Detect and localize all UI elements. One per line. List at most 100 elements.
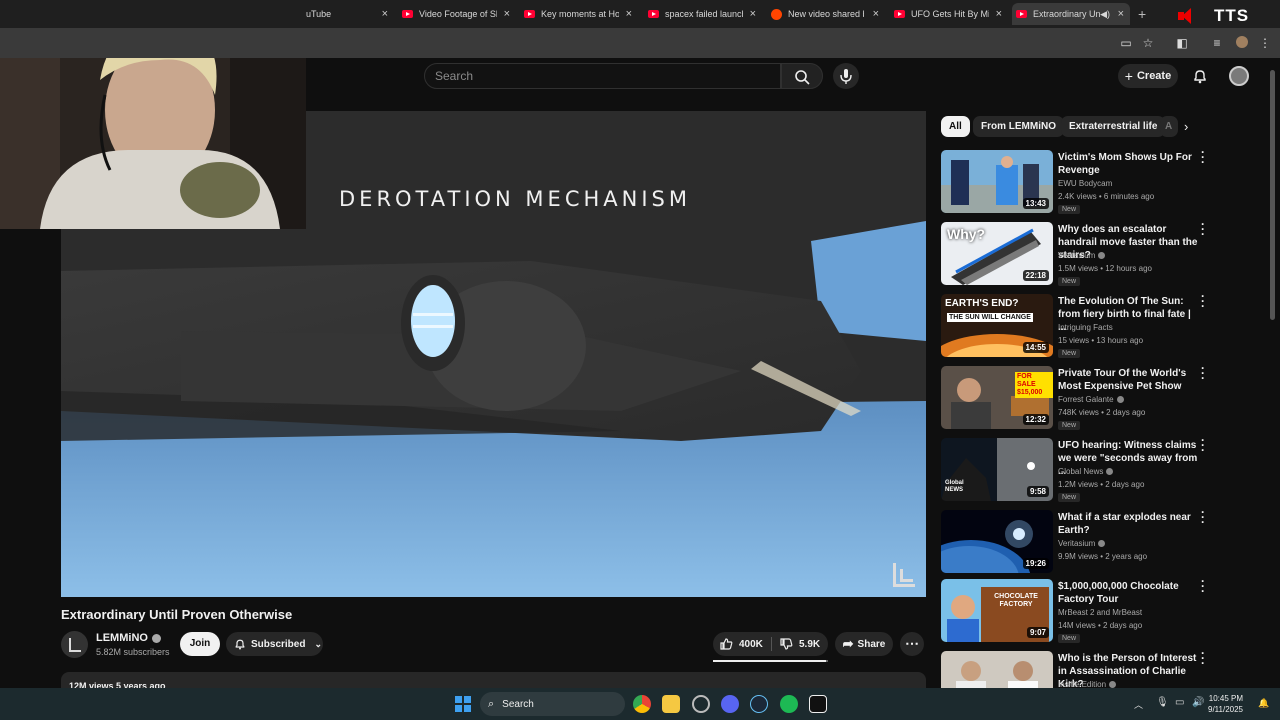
video-thumbnail[interactable]: Why? 22:18	[941, 222, 1053, 285]
volume-icon[interactable]: 🔊	[1192, 697, 1204, 708]
chip-all[interactable]: All	[941, 116, 970, 137]
steam-icon[interactable]	[750, 695, 768, 713]
video-thumbnail[interactable]: Global NEWS 9:58	[941, 438, 1053, 501]
chip-extraterrestrial-life[interactable]: Extraterrestrial life	[1061, 116, 1166, 137]
start-tile	[464, 705, 471, 712]
account-avatar[interactable]	[1229, 66, 1249, 86]
chevron-up-icon[interactable]: ︿	[1134, 698, 1143, 711]
chip-from-lemmino[interactable]: From LEMMiNO	[973, 116, 1064, 137]
recommendation-item[interactable]: CHOCOLATE FACTORY 9:07 $1,000,000,000 Ch…	[941, 575, 1211, 643]
tab-ufo-hit[interactable]: UFO Gets Hit By Miss ×	[894, 3, 1002, 25]
tab-close-icon[interactable]: ×	[873, 8, 879, 20]
file-explorer-icon[interactable]	[662, 695, 680, 713]
tab-close-icon[interactable]: ×	[504, 8, 510, 20]
dislike-button[interactable]: 5.9K	[779, 637, 820, 651]
voice-search-button[interactable]	[833, 63, 859, 89]
thumbnail-caption: Global NEWS	[945, 480, 964, 493]
bookmark-star-icon[interactable]: ☆	[1141, 36, 1155, 50]
channel-text: Inside Edition	[1058, 680, 1107, 688]
recommendation-title[interactable]: Victim's Mom Shows Up For Revenge	[1058, 151, 1198, 177]
kebab-menu-icon[interactable]: · · ·	[1198, 218, 1208, 240]
subscribed-button[interactable]: Subscribed ⌄	[226, 632, 323, 656]
tab-close-icon[interactable]: ×	[626, 8, 632, 20]
tab-key-moments[interactable]: Key moments at Hou ×	[524, 3, 632, 25]
kebab-menu-icon[interactable]: · · ·	[1198, 575, 1208, 597]
browser-address-bar[interactable]	[0, 28, 1280, 58]
chevron-right-icon[interactable]: ›	[1184, 119, 1188, 134]
profile-avatar-icon[interactable]	[1236, 36, 1248, 48]
muted-speaker-icon	[1178, 8, 1194, 24]
browser-menu-icon[interactable]: ⋮	[1258, 36, 1272, 50]
tab-video-footage[interactable]: Video Footage of Sh ×	[402, 3, 510, 25]
discord-icon[interactable]	[721, 695, 739, 713]
chip-partial[interactable]: A	[1160, 116, 1178, 137]
search-button[interactable]	[781, 63, 823, 89]
recommendation-item[interactable]: 13:43 Victim's Mom Shows Up For Revenge …	[941, 146, 1211, 214]
recommendation-item[interactable]: EARTH'S END? THE SUN WILL CHANGE 14:55 T…	[941, 290, 1211, 358]
taskbar-search[interactable]: ⌕ Search	[480, 692, 625, 716]
settings-gear-icon[interactable]	[692, 695, 710, 713]
verified-check-icon	[1109, 681, 1117, 688]
taskbar-clock[interactable]: 10:45 PM 9/11/2025	[1208, 693, 1243, 715]
kebab-menu-icon[interactable]: · · ·	[1198, 146, 1208, 168]
channel-text: EWU Bodycam	[1058, 179, 1113, 188]
extensions-icon[interactable]: ◧	[1175, 36, 1189, 50]
video-thumbnail[interactable]: 19:26	[941, 510, 1053, 573]
tab-spacex[interactable]: spacex failed launch ×	[648, 3, 756, 25]
kebab-menu-icon[interactable]: · · ·	[1198, 290, 1208, 312]
channel-avatar[interactable]	[61, 631, 88, 658]
kebab-menu-icon[interactable]: · · ·	[1198, 651, 1208, 669]
like-button[interactable]: 400K	[719, 637, 763, 651]
tab-close-icon[interactable]: ×	[382, 8, 388, 20]
taskbar-search-label: Search	[502, 698, 534, 710]
windows-start-icon[interactable]	[455, 696, 471, 712]
microphone-icon[interactable]: 🎙	[1156, 697, 1169, 708]
recommendation-item[interactable]: Who is the Person of Interest in Assassi…	[941, 651, 1211, 688]
recommendation-title[interactable]: What if a star explodes near Earth?	[1058, 511, 1198, 537]
recommendation-item[interactable]: Why? 22:18 Why does an escalator handrai…	[941, 218, 1211, 286]
kebab-menu-icon[interactable]: · · ·	[1198, 506, 1208, 528]
create-button[interactable]: + Create	[1118, 64, 1178, 88]
duration-badge: 13:43	[1022, 198, 1049, 209]
like-divider	[771, 637, 772, 651]
tab-close-icon[interactable]: ×	[996, 8, 1002, 20]
video-thumbnail[interactable]: 13:43	[941, 150, 1053, 213]
kebab-menu-icon[interactable]: · · ·	[1198, 362, 1208, 384]
tab-close-icon[interactable]: ×	[1118, 8, 1124, 20]
chevron-down-icon: ⌄	[314, 638, 323, 649]
tab-new-video-shared[interactable]: New video shared by ×	[771, 3, 879, 25]
tab-close-icon[interactable]: ×	[750, 8, 756, 20]
recommendation-item[interactable]: FOR SALE $15,000 12:32 Private Tour Of t…	[941, 362, 1211, 430]
channel-name[interactable]: LEMMiNO	[96, 632, 161, 644]
duration-badge: 9:07	[1026, 627, 1049, 638]
notifications-button[interactable]	[1192, 68, 1208, 84]
tab-extraordinary-active[interactable]: Extraordinary Un ◀) ×	[1012, 3, 1130, 25]
video-thumbnail[interactable]	[941, 651, 1053, 688]
network-icon[interactable]: ▭	[1175, 697, 1184, 708]
media-control-icon[interactable]: ≡	[1210, 36, 1224, 50]
terminal-app-icon[interactable]	[809, 695, 827, 713]
spotify-icon[interactable]	[780, 695, 798, 713]
page-scrollbar[interactable]	[1270, 70, 1275, 320]
more-actions-button[interactable]: ⋯	[900, 632, 924, 656]
install-app-icon[interactable]: ▭	[1119, 36, 1133, 50]
notification-bell-icon[interactable]: 🔔	[1258, 698, 1269, 709]
video-thumbnail[interactable]: EARTH'S END? THE SUN WILL CHANGE 14:55	[941, 294, 1053, 357]
tab-youtube[interactable]: uTube ×	[306, 3, 388, 25]
video-thumbnail[interactable]: CHOCOLATE FACTORY 9:07	[941, 579, 1053, 642]
recommendation-item[interactable]: Global NEWS 9:58 UFO hearing: Witness cl…	[941, 434, 1211, 502]
kebab-menu-icon[interactable]: · · ·	[1198, 434, 1208, 456]
recommendation-views: 2.4K views • 6 minutes ago	[1058, 192, 1155, 201]
search-input[interactable]: Search	[424, 63, 781, 89]
share-button[interactable]: ➦ Share	[835, 632, 893, 656]
video-thumbnail[interactable]: FOR SALE $15,000 12:32	[941, 366, 1053, 429]
recommendation-title[interactable]: $1,000,000,000 Chocolate Factory Tour	[1058, 580, 1198, 606]
recommendation-title[interactable]: Private Tour Of the World's Most Expensi…	[1058, 367, 1198, 393]
chrome-app-icon[interactable]	[633, 695, 651, 713]
tab-audio-icon[interactable]: ◀)	[1100, 9, 1110, 20]
recommendation-item[interactable]: 19:26 What if a star explodes near Earth…	[941, 506, 1211, 574]
recommendation-views: 15 views • 13 hours ago	[1058, 336, 1144, 345]
join-button[interactable]: Join	[180, 632, 220, 656]
thumbnail-caption: FOR SALE $15,000	[1015, 372, 1053, 398]
new-tab-icon[interactable]: +	[1138, 6, 1146, 22]
